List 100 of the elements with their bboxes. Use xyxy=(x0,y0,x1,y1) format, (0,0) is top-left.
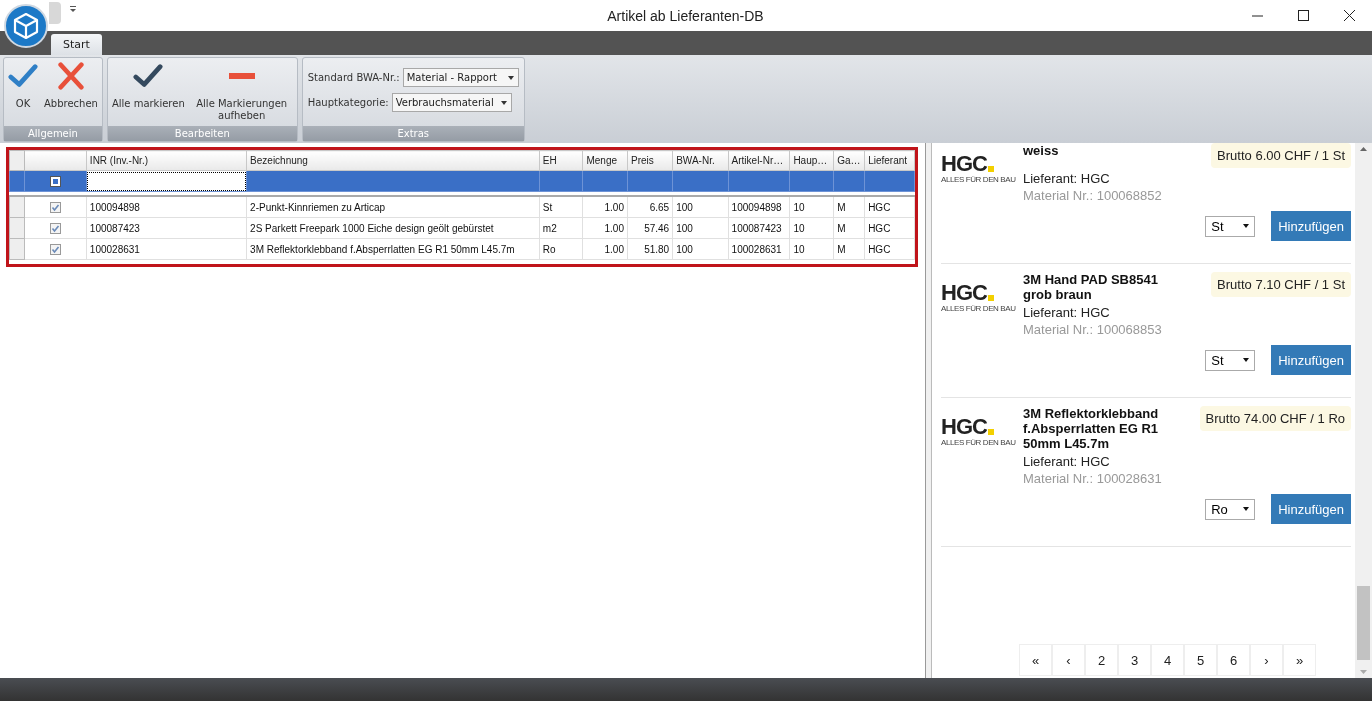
page-link[interactable]: « xyxy=(1019,644,1052,676)
table-cell: 3M Reflektorklebband f.Absperrlatten EG R1 50mm L45.7m xyxy=(246,238,540,260)
unit-dropdown[interactable]: St xyxy=(1205,215,1256,237)
table-cell: 1.00 xyxy=(582,217,628,239)
page-link[interactable]: » xyxy=(1283,644,1316,676)
scroll-thumb[interactable] xyxy=(1357,586,1370,660)
table-cell: 100087423 xyxy=(728,217,790,239)
column-header[interactable]: EH xyxy=(539,150,583,171)
group-label: Bearbeiten xyxy=(107,126,297,141)
dropdown-field[interactable]: Verbrauchsmaterial xyxy=(391,93,512,112)
checkbox[interactable] xyxy=(50,243,62,255)
window-title: Artikel ab Lieferanten-DB xyxy=(606,7,765,24)
caret-icon xyxy=(1243,224,1250,228)
table-cell: St xyxy=(539,196,583,218)
table-cell: m2 xyxy=(539,217,583,239)
price-label: Brutto 74.00 CHF / 1 Ro xyxy=(1199,406,1351,431)
table-cell: 1.00 xyxy=(582,238,628,260)
table-cell: 100028631 xyxy=(86,238,247,260)
page-link[interactable]: 6 xyxy=(1217,644,1250,676)
close-icon[interactable] xyxy=(1343,10,1355,21)
column-header[interactable]: INR (Inv.-Nr.) xyxy=(86,150,247,171)
material-number: Material Nr.: 100028631 xyxy=(1023,471,1163,486)
column-header[interactable]: Artikel-Nr… xyxy=(728,150,790,171)
table-cell: M xyxy=(833,238,865,260)
supplier-text: Lieferant: HGC xyxy=(1023,454,1111,469)
supplier-logo: HGC ALLES FÜR DEN BAU xyxy=(941,150,1015,186)
table-cell: HGC xyxy=(864,196,915,218)
field-label: Standard BWA-Nr.: xyxy=(307,72,400,83)
product-title: 3M Hand PAD SB8541 grob braun xyxy=(1023,272,1159,302)
check-icon xyxy=(133,62,164,90)
table-cell: 100094898 xyxy=(86,196,247,218)
table-cell: 51.80 xyxy=(627,238,673,260)
page-link[interactable]: 4 xyxy=(1151,644,1184,676)
supplier-logo: HGC ALLES FÜR DEN BAU xyxy=(941,279,1015,315)
table-cell: 1.00 xyxy=(582,196,628,218)
column-header[interactable]: BWA-Nr. xyxy=(672,150,729,171)
product-title: 3M Reflektorklebband f.Absperrlatten EG R1 50mm L45.7m xyxy=(1023,406,1160,451)
table-cell: 100 xyxy=(672,217,729,239)
column-header[interactable]: Menge xyxy=(582,150,628,171)
ribbon-button[interactable]: OK xyxy=(6,62,40,126)
table-cell: HGC xyxy=(864,238,915,260)
checkbox[interactable] xyxy=(50,222,62,234)
table-cell: 100 xyxy=(672,196,729,218)
scroll-up-icon[interactable] xyxy=(1360,147,1367,151)
dropdown-field[interactable]: Material - Rapport xyxy=(402,68,519,87)
table-cell: 10 xyxy=(789,196,834,218)
ribbon-button[interactable]: Abbrechen xyxy=(42,62,100,126)
caret-icon xyxy=(1243,507,1250,511)
price-label: Brutto 6.00 CHF / 1 St xyxy=(1211,143,1351,168)
ribbon-button[interactable]: Alle markieren xyxy=(109,62,187,126)
new-row[interactable] xyxy=(9,170,915,192)
material-number: Material Nr.: 100068853 xyxy=(1023,322,1163,337)
page-link[interactable]: 3 xyxy=(1118,644,1151,676)
minus-icon xyxy=(228,73,255,79)
page-link[interactable]: 2 xyxy=(1085,644,1118,676)
column-header[interactable]: Ga… xyxy=(833,150,865,171)
column-header[interactable]: Haup… xyxy=(789,150,834,171)
table-cell: 2-Punkt-Kinnriemen zu Articap xyxy=(246,196,540,218)
checkbox[interactable] xyxy=(50,201,62,213)
supplier-text: Lieferant: HGC xyxy=(1023,171,1111,186)
product-title: weiss xyxy=(1023,143,1060,160)
ribbon-button[interactable]: Alle Markierungen aufheben xyxy=(188,62,295,126)
table-cell: 10 xyxy=(789,217,834,239)
close-icon xyxy=(55,62,86,90)
supplier-logo: HGC ALLES FÜR DEN BAU xyxy=(941,413,1015,449)
group-label: Extras xyxy=(302,126,524,141)
column-header[interactable]: Lieferant xyxy=(864,150,915,171)
material-number: Material Nr.: 100068852 xyxy=(1023,188,1163,203)
table-cell: Ro xyxy=(539,238,583,260)
ribbon-tab[interactable]: Start xyxy=(51,34,102,55)
table-cell: 100087423 xyxy=(86,217,247,239)
checkbox[interactable] xyxy=(50,175,62,187)
price-label: Brutto 7.10 CHF / 1 St xyxy=(1211,272,1351,297)
page-link[interactable]: ‹ xyxy=(1052,644,1085,676)
page-link[interactable]: › xyxy=(1250,644,1283,676)
column-header[interactable]: Preis xyxy=(627,150,673,171)
table-cell: 100 xyxy=(672,238,729,260)
unit-dropdown[interactable]: St xyxy=(1205,349,1256,371)
add-button[interactable]: Hinzufügen xyxy=(1271,345,1351,375)
add-button[interactable]: Hinzufügen xyxy=(1271,494,1351,524)
caret-icon xyxy=(507,75,514,80)
maximize-icon[interactable] xyxy=(1297,10,1309,21)
group-label: Allgemein xyxy=(4,126,102,141)
table-cell: 100094898 xyxy=(728,196,790,218)
supplier-text: Lieferant: HGC xyxy=(1023,305,1111,320)
unit-dropdown[interactable]: Ro xyxy=(1205,498,1256,520)
table-cell: M xyxy=(833,196,865,218)
table-cell: 2S Parkett Freepark 1000 Eiche design geölt gebürstet xyxy=(246,217,540,239)
caret-icon xyxy=(500,100,507,105)
page-link[interactable]: 5 xyxy=(1184,644,1217,676)
table-cell: M xyxy=(833,217,865,239)
table-cell: 100028631 xyxy=(728,238,790,260)
column-header[interactable]: Bezeichnung xyxy=(246,150,540,171)
table-cell: HGC xyxy=(864,217,915,239)
add-button[interactable]: Hinzufügen xyxy=(1271,211,1351,241)
table-cell: 57.46 xyxy=(627,217,673,239)
dropdown-icon[interactable] xyxy=(69,4,77,13)
table-cell: 6.65 xyxy=(627,196,673,218)
check-icon xyxy=(8,62,38,90)
table-cell: 10 xyxy=(789,238,834,260)
